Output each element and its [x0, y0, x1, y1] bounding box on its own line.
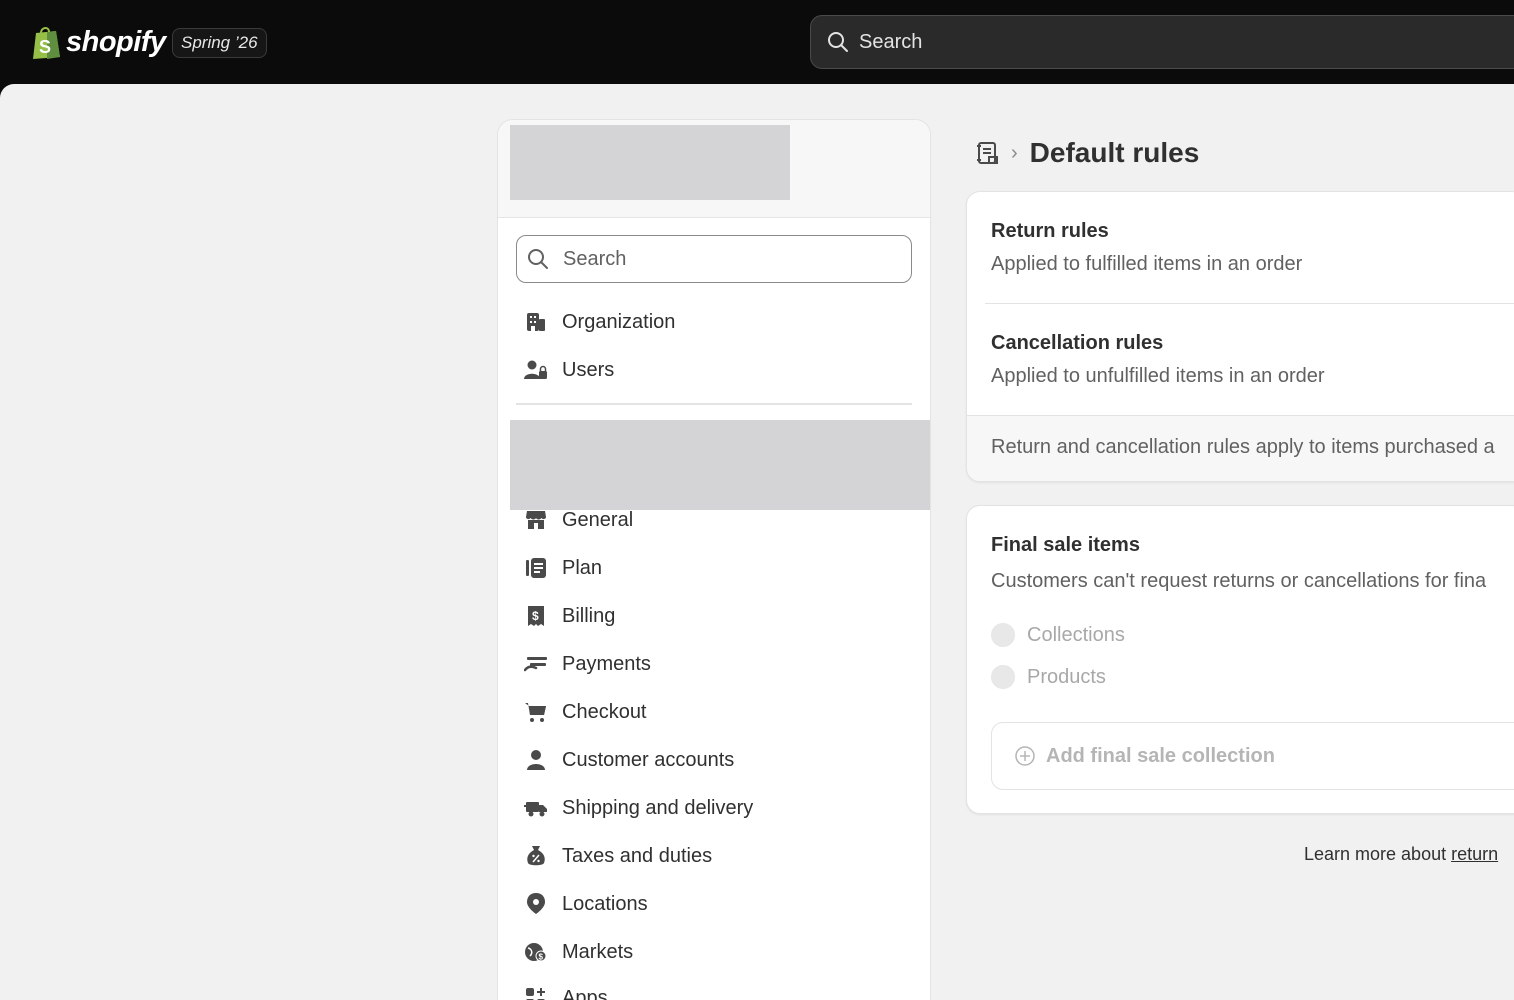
plus-circle-icon [1014, 745, 1036, 767]
shopify-logo[interactable]: S shopify [30, 22, 166, 62]
nav-section-placeholder [510, 420, 930, 510]
payments-icon [524, 652, 548, 676]
breadcrumb: › Default rules [975, 135, 1199, 171]
release-badge[interactable]: Spring ’26 [172, 28, 267, 58]
shopify-bag-icon: S [30, 24, 62, 60]
svg-text:$: $ [539, 953, 544, 962]
nav-item-markets[interactable]: $ Markets [524, 932, 633, 972]
final-sale-title: Final sale items [991, 534, 1140, 556]
learn-more-link[interactable]: return [1451, 844, 1498, 864]
nav-label: Checkout [562, 700, 647, 723]
nav-item-payments[interactable]: Payments [524, 644, 651, 684]
nav-item-billing[interactable]: $ Billing [524, 596, 615, 636]
settings-nav-panel: Search Organization Users General Plan $… [497, 119, 931, 1000]
nav-label: Apps [562, 986, 608, 1000]
nav-label: General [562, 508, 634, 531]
users-icon [524, 358, 548, 382]
search-icon [827, 31, 849, 53]
final-sale-subtitle: Customers can't request returns or cance… [991, 570, 1487, 592]
card-divider [985, 303, 1514, 304]
location-pin-icon [524, 892, 548, 916]
nav-item-checkout[interactable]: Checkout [524, 692, 647, 732]
nav-label: Taxes and duties [562, 844, 713, 867]
store-icon [524, 508, 548, 532]
nav-label: Users [562, 358, 615, 381]
final-sale-card: Final sale items Customers can't request… [966, 505, 1514, 814]
nav-item-customer-accounts[interactable]: Customer accounts [524, 740, 734, 780]
policy-icon[interactable] [975, 140, 1001, 166]
building-icon [524, 310, 548, 334]
radio-button[interactable] [991, 665, 1015, 689]
nav-label: Organization [562, 310, 676, 333]
tax-icon [524, 844, 548, 868]
nav-item-users[interactable]: Users [524, 350, 614, 390]
return-rules-title[interactable]: Return rules [991, 220, 1109, 243]
svg-text:S: S [39, 37, 51, 57]
radio-label: Collections [1027, 623, 1125, 646]
chevron-right-icon: › [1011, 141, 1018, 164]
global-search-placeholder: Search [859, 30, 923, 53]
top-bar: S shopify Spring ’26 Search [0, 0, 1514, 86]
nav-header [498, 120, 930, 218]
learn-more-text: Learn more about return [1304, 844, 1498, 865]
brand-name: shopify [66, 25, 166, 58]
cancellation-rules-subtitle: Applied to unfulfilled items in an order [991, 365, 1325, 387]
store-info-placeholder [510, 125, 790, 200]
return-rules-subtitle: Applied to fulfilled items in an order [991, 253, 1303, 275]
billing-icon: $ [524, 604, 548, 628]
apps-icon [524, 986, 548, 1000]
nav-label: Markets [562, 940, 634, 963]
nav-item-taxes[interactable]: Taxes and duties [524, 836, 712, 876]
nav-item-organization[interactable]: Organization [524, 302, 675, 342]
radio-collections[interactable]: Collections [991, 620, 1125, 650]
settings-search-input[interactable]: Search [516, 235, 912, 283]
learn-more-prefix: Learn more about [1304, 844, 1452, 864]
add-button-label: Add final sale collection [1046, 744, 1275, 767]
nav-item-apps[interactable]: Apps [524, 978, 608, 1000]
nav-label: Plan [562, 556, 603, 579]
nav-item-locations[interactable]: Locations [524, 884, 648, 924]
add-final-sale-collection-button[interactable]: Add final sale collection [991, 722, 1514, 790]
radio-products[interactable]: Products [991, 662, 1106, 692]
radio-button[interactable] [991, 623, 1015, 647]
rules-card-footer: Return and cancellation rules apply to i… [967, 415, 1514, 481]
search-icon [527, 248, 549, 270]
globe-icon: $ [524, 940, 548, 964]
rules-card: Return rules Applied to fulfilled items … [966, 191, 1514, 482]
nav-label: Billing [562, 604, 616, 627]
page-title: Default rules [1029, 137, 1200, 168]
cancellation-rules-title[interactable]: Cancellation rules [991, 332, 1163, 355]
svg-text:$: $ [532, 609, 539, 623]
nav-label: Shipping and delivery [562, 796, 754, 819]
truck-icon [524, 796, 548, 820]
cart-icon [524, 700, 548, 724]
nav-item-plan[interactable]: Plan [524, 548, 602, 588]
radio-label: Products [1027, 665, 1106, 688]
nav-item-shipping[interactable]: Shipping and delivery [524, 788, 753, 828]
person-icon [524, 748, 548, 772]
global-search-input[interactable]: Search [810, 15, 1514, 69]
rules-footer-text: Return and cancellation rules apply to i… [991, 436, 1495, 458]
nav-label: Customer accounts [562, 748, 735, 771]
nav-label: Locations [562, 892, 648, 915]
settings-search-placeholder: Search [563, 247, 627, 270]
nav-divider [516, 403, 912, 405]
plan-icon [524, 556, 548, 580]
nav-label: Payments [562, 652, 651, 675]
